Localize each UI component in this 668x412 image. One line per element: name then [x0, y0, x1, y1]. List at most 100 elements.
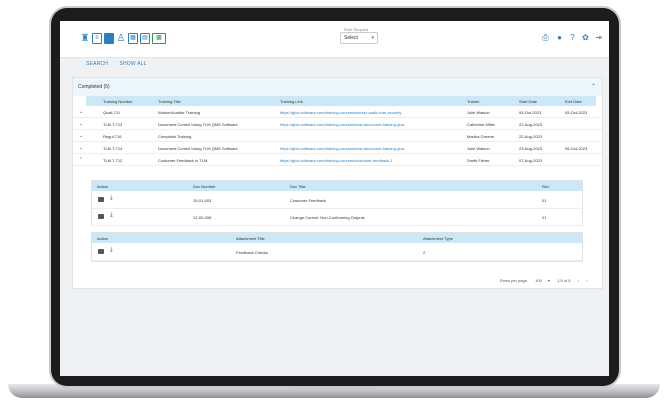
- view-attachment-icon[interactable]: [98, 249, 104, 254]
- training-title: Worker/Auditor Training: [158, 110, 200, 115]
- attachments-header: Action Attachment Title Attachment Type: [92, 233, 582, 243]
- trainer: Smith Fisher: [467, 158, 490, 163]
- start-date: 07-Aug-2023: [519, 158, 543, 163]
- training-title: Complaint Training: [158, 134, 192, 139]
- chevron-down-icon[interactable]: ⌄: [79, 109, 83, 115]
- end-date: 05-Oct-2023: [565, 146, 588, 151]
- pagination: Rows per page: 100 ▾ 1-5 of 5 ‹ ›: [500, 278, 593, 283]
- print-icon[interactable]: ⎙: [541, 33, 550, 42]
- training-number: TLM T-712: [103, 158, 123, 163]
- search-link[interactable]: SEARCH: [86, 61, 108, 67]
- start-date: 23-Aug-2023: [519, 146, 543, 151]
- trainer: Jolie Watson: [467, 146, 490, 151]
- view-document-icon[interactable]: [98, 197, 104, 202]
- training-number: TLM T-714: [103, 146, 123, 151]
- calendar-icon[interactable]: ▦: [128, 33, 138, 44]
- training-table-header: Training Number Training Title Training …: [86, 96, 596, 106]
- document-row: ⤓ 15-01-003 Customer Feedback 01: [92, 191, 582, 209]
- role-select-value: Select: [344, 35, 358, 41]
- trainer: Martha Greene: [467, 134, 494, 139]
- col-attachment-title: Attachment Title: [236, 236, 265, 241]
- training-link[interactable]: https://gbtc.software.com/training-cours…: [280, 158, 393, 163]
- start-date: 22-Aug-2023: [519, 134, 543, 139]
- col-action: Action: [97, 184, 109, 189]
- documents-header: Action Doc Number Doc Title Rev: [92, 181, 582, 191]
- chevron-down-icon[interactable]: ⌄: [79, 145, 83, 151]
- col-training-title[interactable]: Training Title: [158, 99, 181, 104]
- document-row: ⤓ 12-00-008 Change Control: Non-Conformi…: [92, 208, 582, 226]
- col-doc-number: Doc Number: [193, 184, 216, 189]
- attachments-table: Action Attachment Title Attachment Type …: [91, 232, 583, 262]
- completed-section-header[interactable]: Completed (5) ⌃: [73, 78, 602, 96]
- training-title: Document Control Using TLM QMS Software: [158, 122, 238, 127]
- screen: ♜ ≡ ♙ ▦ ▤ ▩ Role Request Select ▾ ⎙ ● ? …: [60, 21, 609, 376]
- chevron-up-icon[interactable]: ⌃: [591, 83, 596, 90]
- page-range: 1-5 of 5: [556, 278, 571, 283]
- training-number: TLM T-713: [103, 122, 123, 127]
- table-row[interactable]: ⌄ TLM T-714 Document Control Using TLM Q…: [73, 142, 602, 154]
- end-date: 05-Oct-2023: [565, 110, 588, 115]
- user-icon[interactable]: ♙: [116, 33, 126, 44]
- trainer: Jolie Watson: [467, 110, 490, 115]
- attachment-type: 2: [423, 250, 426, 255]
- logout-icon[interactable]: ⇥: [594, 33, 603, 42]
- col-action: Action: [97, 236, 109, 241]
- list-icon[interactable]: [104, 33, 114, 44]
- col-trainer[interactable]: Trainer: [467, 99, 480, 104]
- col-training-number[interactable]: Training Number: [103, 99, 133, 104]
- doc-rev: 01: [542, 198, 547, 203]
- table-row[interactable]: ⌄ Quali-711 Worker/Auditor Training http…: [73, 106, 602, 118]
- help-icon[interactable]: ?: [568, 33, 577, 42]
- next-page-icon[interactable]: ›: [586, 278, 587, 283]
- chevron-up-icon[interactable]: ⌃: [79, 157, 83, 163]
- prev-page-icon[interactable]: ‹: [578, 278, 579, 283]
- trainer: Catherine Miller: [467, 122, 496, 127]
- chevron-down-icon[interactable]: ⌄: [79, 133, 83, 139]
- view-document-icon[interactable]: [98, 214, 104, 219]
- grid-report-icon[interactable]: ▩: [152, 33, 166, 44]
- table-row[interactable]: ⌄ TLM T-713 Document Control Using TLM Q…: [73, 118, 602, 130]
- chevron-down-icon[interactable]: ▾: [548, 278, 550, 283]
- training-number: Regul-716: [103, 134, 122, 139]
- attachment-row: ⤓ Feedback Checks 2: [92, 243, 582, 261]
- settings-icon[interactable]: ✿: [581, 33, 590, 42]
- chart-icon[interactable]: ▤: [140, 33, 150, 44]
- show-all-link[interactable]: SHOW ALL: [119, 61, 146, 67]
- col-end-date[interactable]: End Date: [565, 99, 582, 104]
- completed-panel: Completed (5) ⌃ Training Number Training…: [72, 77, 603, 289]
- col-start-date[interactable]: Start Date: [519, 99, 537, 104]
- download-icon[interactable]: ⤓: [110, 212, 113, 219]
- chevron-down-icon: ▾: [371, 35, 374, 41]
- training-link[interactable]: https://gbtc.software.com/training-cours…: [280, 122, 405, 127]
- table-row-expanded[interactable]: ⌃ TLM T-712 Customer Feedback in TLM htt…: [73, 154, 602, 166]
- app-toolbar: ♜ ≡ ♙ ▦ ▤ ▩ Role Request Select ▾ ⎙ ● ? …: [60, 21, 609, 58]
- doc-rev: 01: [542, 215, 547, 220]
- training-title: Document Control Using TLM QMS Software: [158, 146, 238, 151]
- training-title: Customer Feedback in TLM: [158, 158, 208, 163]
- download-icon[interactable]: ⤓: [110, 247, 113, 254]
- training-number: Quali-711: [103, 110, 121, 115]
- rows-per-page-label: Rows per page:: [500, 278, 529, 283]
- document-icon[interactable]: ≡: [92, 33, 102, 44]
- download-icon[interactable]: ⤓: [110, 195, 113, 202]
- globe-icon[interactable]: ●: [555, 33, 564, 42]
- training-link[interactable]: https://gbtc.software.com/training-cours…: [280, 110, 401, 115]
- training-link[interactable]: https://gbtc.software.com/training-cours…: [280, 146, 405, 151]
- doc-title: Change Control: Non-Conforming Outputs: [290, 215, 365, 220]
- col-doc-title: Doc Title: [290, 184, 306, 189]
- chevron-down-icon[interactable]: ⌄: [79, 121, 83, 127]
- attachment-title: Feedback Checks: [236, 250, 269, 255]
- ribbon-icon[interactable]: ♜: [80, 33, 90, 44]
- search-links: SEARCH SHOW ALL: [86, 61, 157, 67]
- doc-title: Customer Feedback: [290, 198, 327, 203]
- col-attachment-type: Attachment Type: [423, 236, 453, 241]
- doc-number: 15-01-003: [193, 198, 212, 203]
- start-date: 05-Oct-2023: [519, 110, 542, 115]
- col-training-link[interactable]: Training Link: [280, 99, 303, 104]
- doc-number: 12-00-008: [193, 215, 212, 220]
- role-select[interactable]: Select ▾: [340, 32, 378, 44]
- section-title: Completed (5): [78, 84, 110, 90]
- table-row[interactable]: ⌄ Regul-716 Complaint Training Martha Gr…: [73, 130, 602, 142]
- rows-per-page-select[interactable]: 100: [535, 278, 542, 283]
- documents-table: Action Doc Number Doc Title Rev ⤓ 15-01-…: [91, 180, 583, 226]
